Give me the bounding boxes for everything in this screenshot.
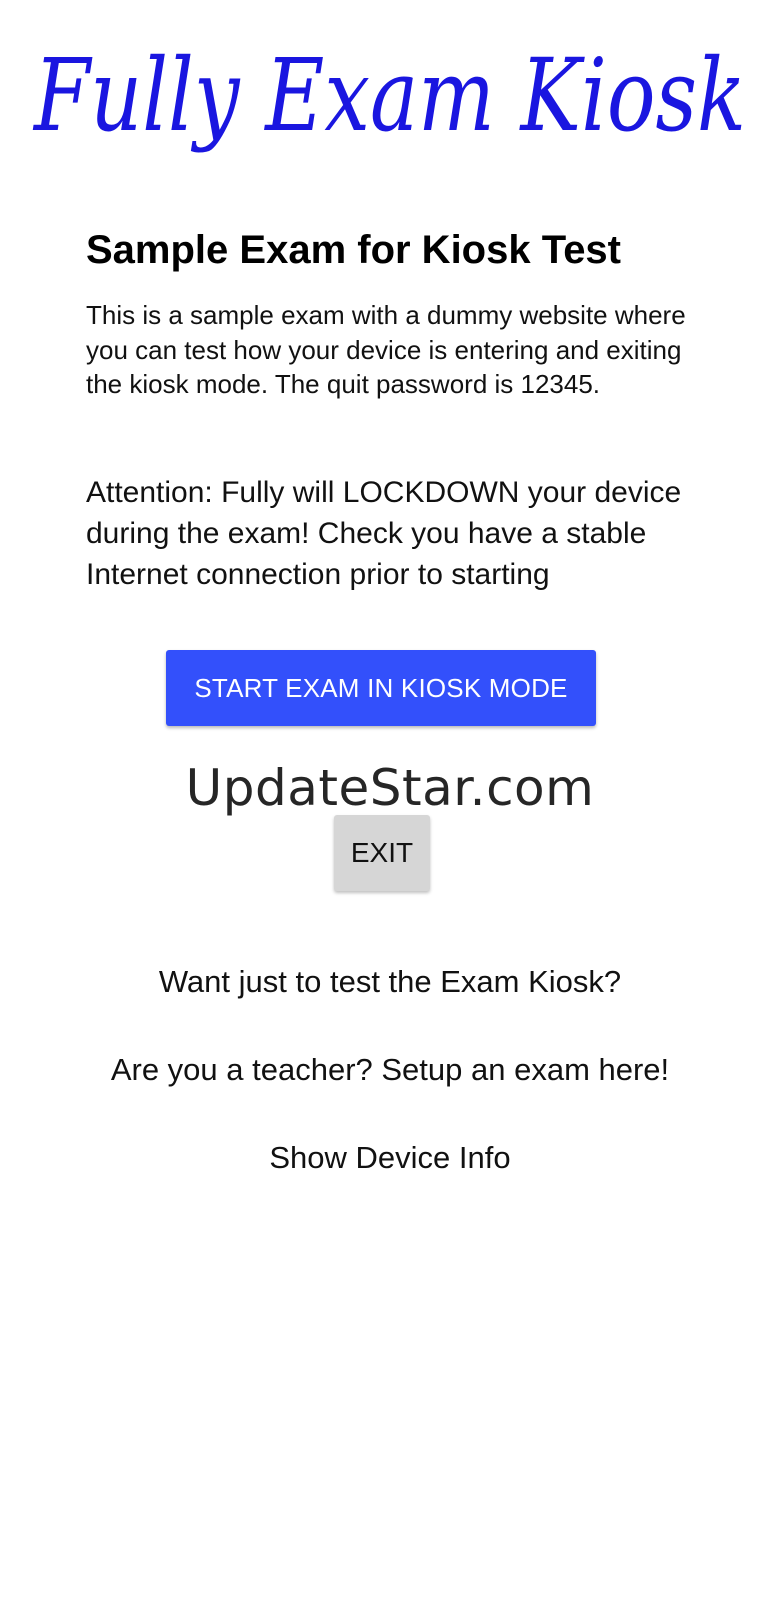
show-device-info-link[interactable]: Show Device Info (0, 1138, 780, 1178)
attention-notice: Attention: Fully will LOCKDOWN your devi… (86, 476, 682, 591)
logo-script: Fully Exam Kiosk (32, 37, 746, 154)
watermark-text: UpdateStar.com (185, 759, 595, 817)
teacher-setup-link[interactable]: Are you a teacher? Setup an exam here! (0, 1050, 780, 1090)
exit-button[interactable]: EXIT (334, 815, 430, 891)
exam-description: This is a sample exam with a dummy websi… (86, 300, 686, 399)
exam-title: Sample Exam for Kiosk Test (86, 228, 621, 272)
start-exam-button[interactable]: START EXAM IN KIOSK MODE (166, 650, 596, 726)
app-logo: Fully Exam Kiosk (0, 18, 780, 188)
test-kiosk-link[interactable]: Want just to test the Exam Kiosk? (0, 962, 780, 1002)
logo-text: Fully Exam Kiosk (32, 37, 746, 154)
